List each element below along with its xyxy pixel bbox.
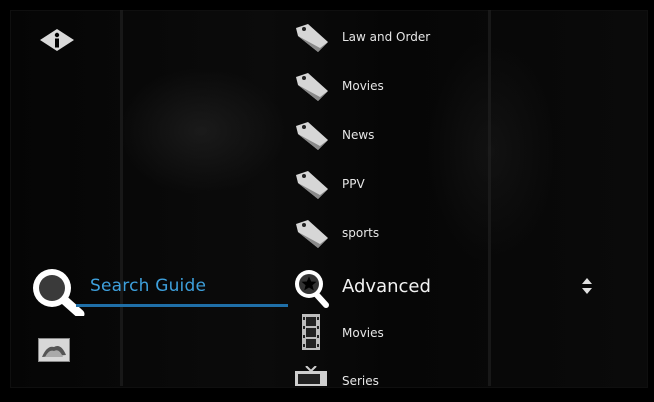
search-guide-item[interactable]: Search Guide bbox=[28, 266, 290, 316]
category-label: Law and Order bbox=[342, 30, 431, 44]
sub-item-series[interactable]: Series bbox=[294, 362, 534, 402]
scroll-arrows-icon[interactable] bbox=[580, 276, 594, 296]
selection-underline bbox=[76, 304, 288, 307]
star-search-icon bbox=[295, 270, 329, 308]
tag-icon bbox=[296, 220, 328, 248]
category-item[interactable]: Movies bbox=[294, 67, 534, 107]
film-strip-icon bbox=[302, 314, 320, 350]
background-streak bbox=[120, 10, 123, 386]
category-item[interactable]: PPV bbox=[294, 165, 534, 205]
category-item[interactable]: sports bbox=[294, 214, 534, 254]
category-label: News bbox=[342, 128, 375, 142]
advanced-label: Advanced bbox=[342, 276, 431, 297]
sub-item-movies[interactable]: Movies bbox=[294, 314, 534, 354]
search-guide-label: Search Guide bbox=[90, 276, 207, 296]
tag-icon bbox=[296, 73, 328, 101]
tv-icon bbox=[295, 366, 327, 386]
category-label: Movies bbox=[342, 79, 384, 93]
sub-item-label: Series bbox=[342, 374, 379, 388]
advanced-item[interactable]: Advanced bbox=[294, 268, 534, 308]
tag-icon bbox=[296, 171, 328, 199]
tag-icon bbox=[296, 122, 328, 150]
category-label: sports bbox=[342, 226, 380, 240]
sub-item-label: Movies bbox=[342, 326, 384, 340]
info-icon[interactable] bbox=[38, 28, 76, 52]
category-item[interactable]: Law and Order bbox=[294, 18, 534, 58]
tag-icon bbox=[296, 24, 328, 52]
search-icon bbox=[33, 269, 85, 316]
category-label: PPV bbox=[342, 177, 365, 191]
category-item[interactable]: News bbox=[294, 116, 534, 156]
channel-logo-thumbnail bbox=[38, 338, 70, 362]
